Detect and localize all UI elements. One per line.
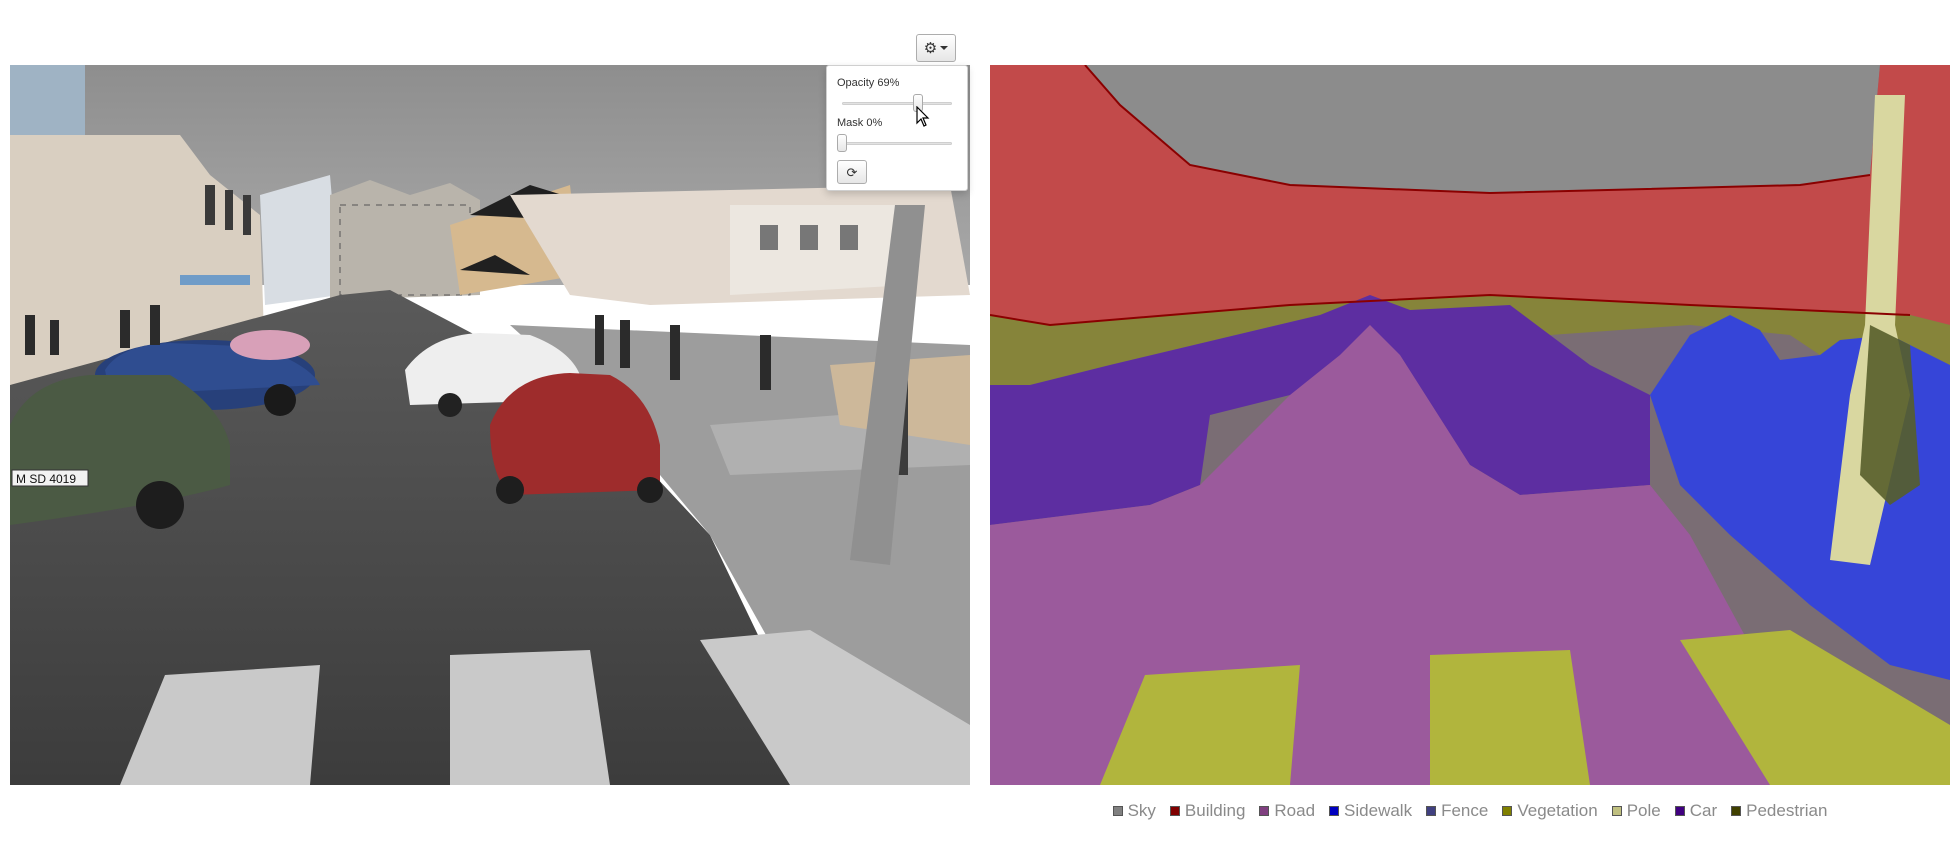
legend-swatch [1611, 806, 1622, 816]
legend-label: Car [1689, 801, 1718, 820]
legend-label: Pedestrian [1746, 801, 1828, 820]
segment-crosswalk [1430, 650, 1590, 785]
opacity-slider[interactable] [837, 90, 957, 116]
crosswalk-stripe [450, 650, 610, 785]
caret-down-icon [940, 46, 949, 50]
legend-swatch [1112, 806, 1123, 816]
opacity-slider-track[interactable] [842, 102, 952, 105]
legend-swatch [1674, 806, 1685, 816]
legend-item-sidewalk: Sidewalk [1329, 801, 1412, 821]
settings-dropdown: Opacity 69% Mask 0% ⟳ [826, 65, 968, 191]
legend-label: Sky [1127, 801, 1156, 820]
legend-label: Fence [1441, 801, 1489, 820]
legend-label: Building [1184, 801, 1246, 820]
legend-label: Road [1274, 801, 1316, 820]
legend-swatch [1169, 806, 1180, 816]
legend-swatch [1426, 806, 1437, 816]
legend-item-pedestrian: Pedestrian [1731, 801, 1827, 821]
segmentation-drawing [990, 65, 1950, 785]
legend-label: Pole [1626, 801, 1661, 820]
segmentation-image [990, 65, 1950, 785]
mask-slider[interactable] [837, 130, 957, 156]
refresh-button[interactable]: ⟳ [837, 160, 867, 184]
legend-item-sky: Sky [1112, 801, 1156, 821]
legend-item-building: Building [1169, 801, 1246, 821]
legend-item-road: Road [1259, 801, 1315, 821]
legend-label: Vegetation [1517, 801, 1598, 820]
legend-swatch [1502, 806, 1513, 816]
legend-swatch [1259, 806, 1270, 816]
legend-item-car: Car [1674, 801, 1718, 821]
refresh-icon: ⟳ [846, 164, 858, 180]
legend-swatch [1731, 806, 1742, 816]
legend-swatch [1329, 806, 1340, 816]
mask-slider-track[interactable] [842, 142, 952, 145]
legend-item-vegetation: Vegetation [1502, 801, 1598, 821]
legend-item-fence: Fence [1426, 801, 1488, 821]
opacity-label: Opacity 69% [837, 77, 900, 89]
legend: Sky Building Road Sidewalk Fence Vegetation Po… [990, 798, 1950, 824]
legend-item-pole: Pole [1611, 801, 1661, 821]
mask-label: Mask 0% [837, 117, 883, 129]
gear-icon: ⚙ [923, 39, 938, 57]
mask-slider-handle[interactable] [837, 134, 847, 152]
mouse-cursor-icon [916, 106, 930, 127]
license-plate-text: M SD 4019 [16, 472, 76, 486]
legend-label: Sidewalk [1344, 801, 1413, 820]
settings-button[interactable]: ⚙ [916, 34, 956, 62]
